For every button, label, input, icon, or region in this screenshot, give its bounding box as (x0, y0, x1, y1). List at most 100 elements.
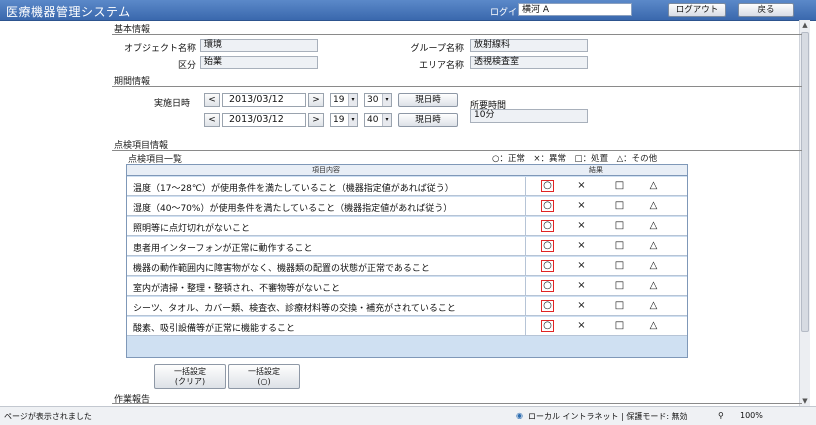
object-name-field: 環境 (200, 39, 318, 52)
result-normal-option[interactable]: ○ (541, 220, 554, 232)
result-normal-option[interactable]: ○ (541, 260, 554, 272)
login-user-field: 横河 A (518, 3, 632, 16)
column-header-result: 結果 (589, 166, 603, 174)
result-treated-option[interactable]: □ (613, 220, 626, 232)
end-minute-select[interactable]: 40 ▾ (364, 113, 392, 127)
column-separator (525, 217, 526, 235)
bulk-set-normal-button[interactable]: 一括設定 (○) (228, 364, 300, 389)
result-treated-option[interactable]: □ (613, 260, 626, 272)
start-next-day-button[interactable]: > (308, 93, 324, 107)
security-zone-text: ローカル イントラネット | 保護モード: 無効 (528, 412, 688, 421)
scroll-down-icon[interactable]: ▼ (800, 396, 810, 406)
table-row: 機器の動作範囲内に障害物がなく、機器類の配置の状態が正常であること ○ × □ △ (127, 257, 687, 276)
result-treated-option[interactable]: □ (613, 280, 626, 292)
start-hour-value: 19 (333, 95, 345, 105)
section-divider (112, 86, 802, 87)
start-date-field[interactable]: 2013/03/12 (222, 93, 306, 107)
status-bar: ページが表示されました ◉ ローカル イントラネット | 保護モード: 無効 ⚲… (0, 406, 816, 425)
result-treated-option[interactable]: □ (613, 200, 626, 212)
duration-field: 10分 (470, 109, 588, 123)
result-treated-option[interactable]: □ (613, 320, 626, 332)
result-normal-option[interactable]: ○ (541, 240, 554, 252)
end-hour-select[interactable]: 19 ▾ (330, 113, 358, 127)
result-normal-option[interactable]: ○ (541, 280, 554, 292)
bulk-ok-line2: (○) (257, 377, 271, 386)
result-legend: ○：正常 ×：異常 □：処置 △：その他 (492, 154, 658, 164)
column-separator (525, 317, 526, 335)
logout-button[interactable]: ログアウト (668, 3, 726, 17)
table-row: シーツ、タオル、カバー類、検査衣、診療材料等の交換・補充がされていること ○ × □ △ (127, 297, 687, 316)
result-abnormal-option[interactable]: × (575, 280, 588, 292)
result-other-option[interactable]: △ (647, 280, 660, 292)
result-other-option[interactable]: △ (647, 240, 660, 252)
column-separator (525, 237, 526, 255)
end-prev-day-button[interactable]: < (204, 113, 220, 127)
area-name-field: 透視検査室 (470, 56, 588, 69)
back-button[interactable]: 戻る (738, 3, 794, 17)
bulk-clear-line2: (クリア) (174, 377, 206, 386)
column-separator (525, 197, 526, 215)
column-separator (525, 277, 526, 295)
item-text: 湿度（40～70%）が使用条件を満たしていること（機器指定値があれば従う） (133, 204, 453, 214)
result-other-option[interactable]: △ (647, 220, 660, 232)
bulk-clear-line1: 一括設定 (174, 367, 206, 376)
result-normal-option[interactable]: ○ (541, 200, 554, 212)
start-hour-select[interactable]: 19 ▾ (330, 93, 358, 107)
table-row: 照明等に点灯切れがないこと ○ × □ △ (127, 217, 687, 236)
table-header: 項目内容 結果 (127, 165, 687, 176)
result-normal-option[interactable]: ○ (541, 320, 554, 332)
chevron-down-icon: ▾ (382, 114, 391, 126)
item-text: 機器の動作範囲内に障害物がなく、機器類の配置の状態が正常であること (133, 264, 430, 274)
result-other-option[interactable]: △ (647, 200, 660, 212)
item-text: 照明等に点灯切れがないこと (133, 224, 251, 234)
result-normal-option[interactable]: ○ (541, 180, 554, 192)
section-divider (112, 403, 802, 404)
section-divider (112, 34, 802, 35)
item-text: 温度（17～28℃）が使用条件を満たしていること（機器指定値があれば従う） (133, 184, 454, 194)
result-abnormal-option[interactable]: × (575, 180, 588, 192)
table-row: 温度（17～28℃）が使用条件を満たしていること（機器指定値があれば従う） ○ × □… (127, 177, 687, 196)
chevron-down-icon: ▾ (348, 114, 357, 126)
start-prev-day-button[interactable]: < (204, 93, 220, 107)
inspection-table: 項目内容 結果 温度（17～28℃）が使用条件を満たしていること（機器指定値があ… (126, 164, 688, 358)
result-other-option[interactable]: △ (647, 260, 660, 272)
result-abnormal-option[interactable]: × (575, 220, 588, 232)
result-other-option[interactable]: △ (647, 300, 660, 312)
status-text: ページが表示されました (4, 412, 92, 421)
bulk-set-clear-button[interactable]: 一括設定 (クリア) (154, 364, 226, 389)
vertical-scrollbar[interactable]: ▲ ▼ (799, 20, 810, 406)
scroll-thumb[interactable] (801, 32, 809, 332)
result-abnormal-option[interactable]: × (575, 320, 588, 332)
result-other-option[interactable]: △ (647, 180, 660, 192)
section-divider (112, 150, 802, 151)
column-header-content: 項目内容 (312, 166, 340, 174)
globe-icon: ◉ (516, 411, 523, 420)
column-separator (525, 297, 526, 315)
end-date-field[interactable]: 2013/03/12 (222, 113, 306, 127)
magnifier-icon[interactable]: ⚲ (718, 411, 724, 420)
object-name-label: オブジェクト名称 (123, 44, 196, 54)
scroll-up-icon[interactable]: ▲ (800, 20, 810, 30)
column-separator (525, 257, 526, 275)
end-next-day-button[interactable]: > (308, 113, 324, 127)
exec-datetime-label: 実施日時 (153, 99, 190, 109)
result-abnormal-option[interactable]: × (575, 300, 588, 312)
bulk-ok-line1: 一括設定 (248, 367, 280, 376)
item-text: シーツ、タオル、カバー類、検査衣、診療材料等の交換・補充がされていること (133, 304, 456, 314)
result-abnormal-option[interactable]: × (575, 240, 588, 252)
end-now-button[interactable]: 現日時 (398, 113, 458, 127)
result-abnormal-option[interactable]: × (575, 260, 588, 272)
result-abnormal-option[interactable]: × (575, 200, 588, 212)
result-treated-option[interactable]: □ (613, 300, 626, 312)
zoom-text[interactable]: 100% (740, 411, 763, 420)
item-text: 室内が清掃・整理・整頓され、不審物等がないこと (133, 284, 341, 294)
group-name-field: 放射線科 (470, 39, 588, 52)
area-name-label: エリア名称 (418, 61, 464, 71)
app-title: 医療機器管理システム (6, 5, 131, 19)
result-treated-option[interactable]: □ (613, 240, 626, 252)
result-treated-option[interactable]: □ (613, 180, 626, 192)
start-now-button[interactable]: 現日時 (398, 93, 458, 107)
result-normal-option[interactable]: ○ (541, 300, 554, 312)
start-minute-select[interactable]: 30 ▾ (364, 93, 392, 107)
result-other-option[interactable]: △ (647, 320, 660, 332)
